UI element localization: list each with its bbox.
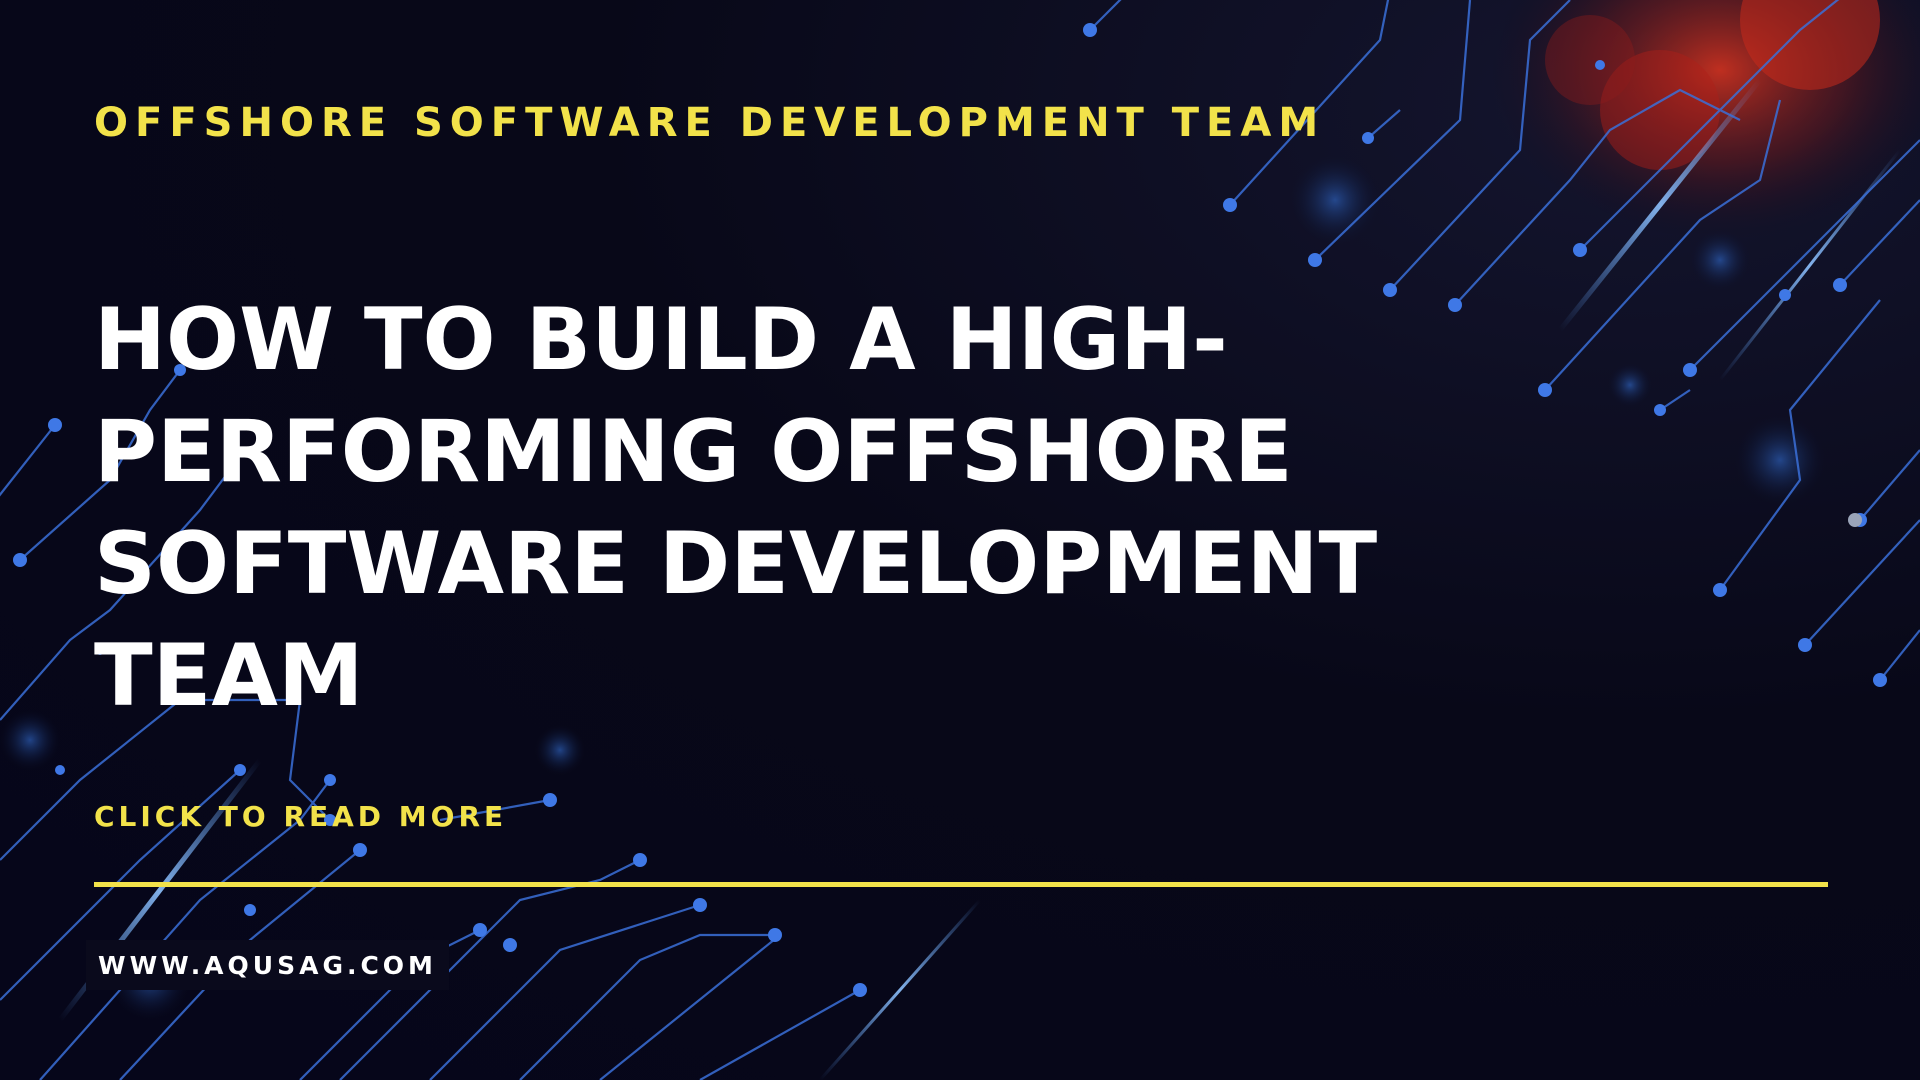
- read-more-link[interactable]: CLICK TO READ MORE: [94, 800, 507, 833]
- headline: HOW TO BUILD A HIGH- PERFORMING OFFSHORE…: [94, 284, 1574, 732]
- website-url-badge[interactable]: WWW.AQUSAG.COM: [86, 940, 449, 990]
- banner: OFFSHORE SOFTWARE DEVELOPMENT TEAM HOW T…: [0, 0, 1920, 1080]
- headline-line: SOFTWARE DEVELOPMENT: [94, 514, 1378, 614]
- divider: [94, 882, 1828, 887]
- headline-line: PERFORMING OFFSHORE: [94, 402, 1293, 502]
- headline-line: HOW TO BUILD A HIGH-: [94, 290, 1228, 390]
- eyebrow-title: OFFSHORE SOFTWARE DEVELOPMENT TEAM: [94, 100, 1326, 146]
- headline-line: TEAM: [94, 626, 364, 726]
- website-url: WWW.AQUSAG.COM: [98, 950, 437, 980]
